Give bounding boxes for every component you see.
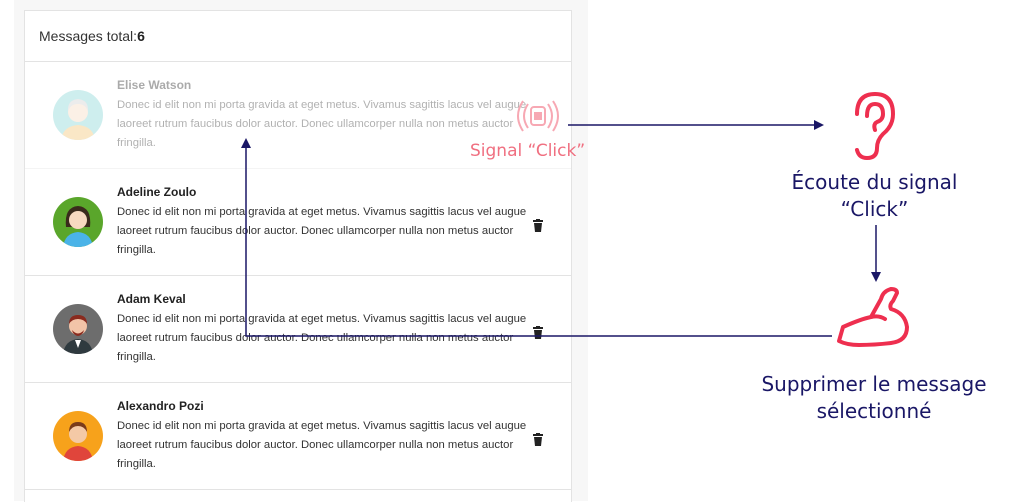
message-body: Donec id elit non mi porta gravida at eg…: [117, 99, 527, 149]
signal-click-label: Signal “Click”: [470, 141, 586, 161]
avatar: [53, 197, 103, 247]
trash-icon[interactable]: [532, 433, 546, 447]
message-item[interactable]: Adeline Zoulo Donec id elit non mi porta…: [25, 169, 571, 276]
signal-icon: [516, 98, 560, 139]
flexed-arm-icon: [835, 283, 915, 356]
message-body: Donec id elit non mi porta gravida at eg…: [117, 420, 527, 470]
message-body: Donec id elit non mi porta gravida at eg…: [117, 313, 527, 363]
message-sender: Adeline Zoulo: [117, 185, 197, 199]
avatar: [53, 411, 103, 461]
delete-message-label: Supprimer le message sélectionné: [761, 372, 987, 423]
avatar: [53, 90, 103, 140]
message-item[interactable]: Alexandro Pozi Donec id elit non mi port…: [25, 383, 571, 490]
avatar: [53, 304, 103, 354]
messages-panel: Messages total: 6 Elise Watson Donec id e…: [24, 10, 572, 502]
message-sender: Elise Watson: [117, 78, 192, 92]
message-sender: Alexandro Pozi: [117, 399, 204, 413]
message-body: Donec id elit non mi porta gravida at eg…: [117, 206, 527, 256]
messages-total-count: 6: [137, 28, 145, 44]
listen-signal-label: Écoute du signal “Click”: [791, 170, 958, 221]
ear-icon: [845, 88, 903, 167]
trash-icon[interactable]: [532, 219, 546, 233]
trash-icon[interactable]: [532, 326, 546, 340]
message-sender: Adam Keval: [117, 292, 186, 306]
message-item[interactable]: Adam Keval Donec id elit non mi porta gr…: [25, 276, 571, 383]
messages-total-label: Messages total:: [39, 28, 138, 44]
messages-header: Messages total: 6: [25, 11, 571, 62]
